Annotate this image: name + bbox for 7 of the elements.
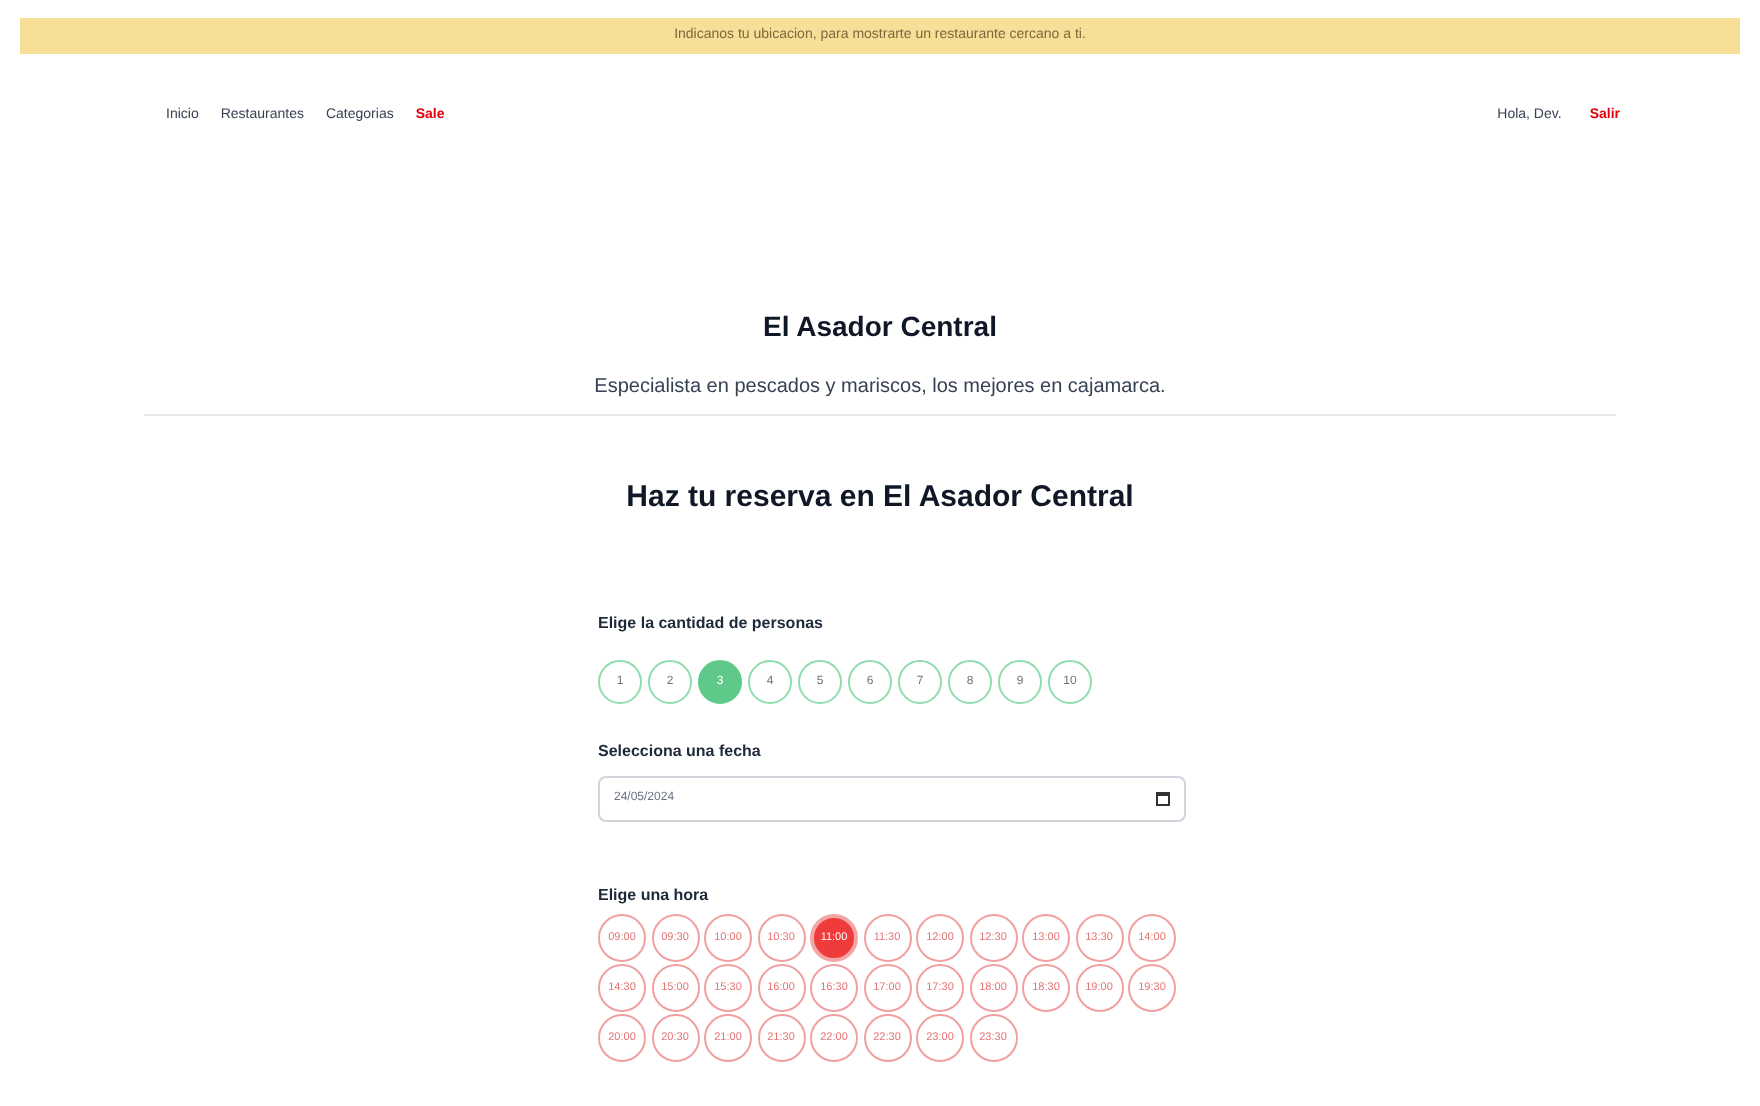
restaurant-name: El Asador Central (763, 307, 997, 345)
field-label: Elige la cantidad de personas (598, 612, 825, 636)
restaurant-description: Especialista en pescados y mariscos, los mejores en cajamarca. (594, 373, 1166, 401)
field-label: Selecciona una fecha (598, 740, 763, 764)
reservation-heading: Haz tu reserva en El Asador Central (624, 477, 1136, 517)
field-label: Elige una hora (598, 884, 711, 908)
calendar-icon (1156, 792, 1170, 806)
